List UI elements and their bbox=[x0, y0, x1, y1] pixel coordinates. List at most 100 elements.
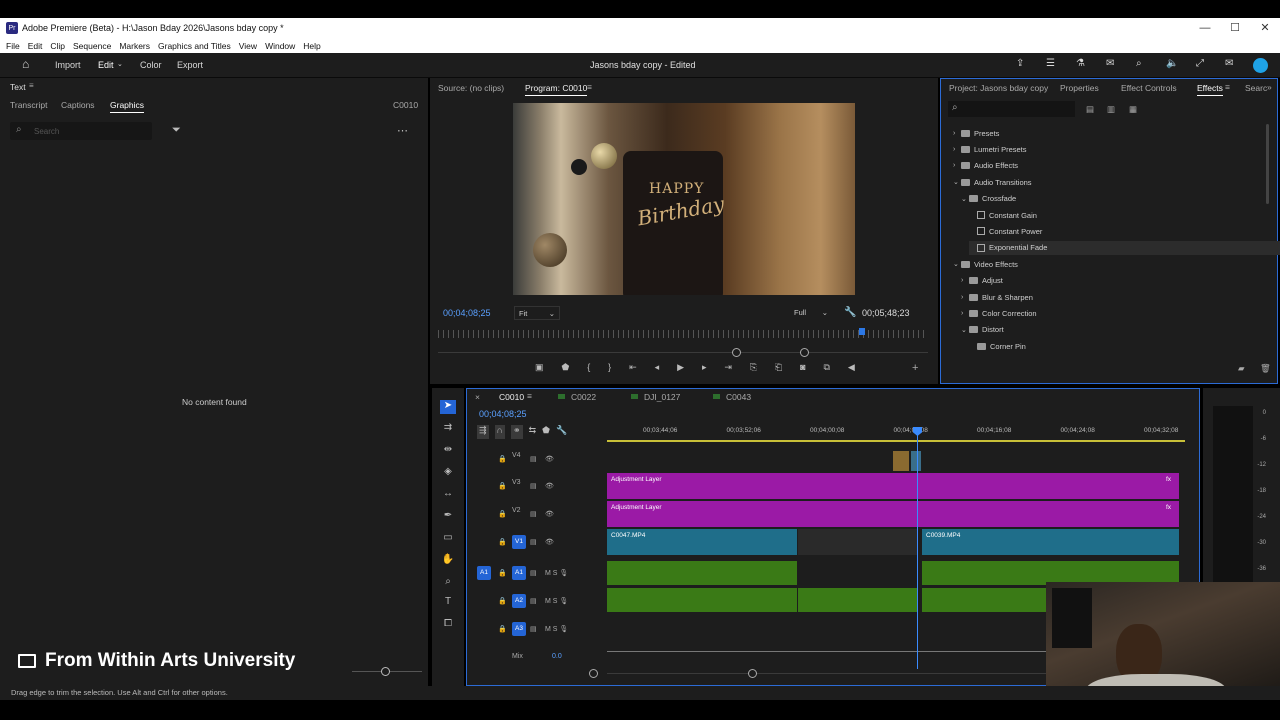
mark-out-icon[interactable]: } bbox=[608, 362, 611, 376]
lock-icon[interactable]: 🔒 bbox=[498, 597, 507, 605]
zoom-bar[interactable] bbox=[438, 352, 928, 353]
expand-arrow-icon[interactable]: ⌄ bbox=[953, 260, 961, 268]
hand-icon[interactable]: ✋ bbox=[440, 554, 456, 568]
filter-icon[interactable]: ⏷ bbox=[172, 124, 181, 137]
adjustment-layer-v2[interactable]: Adjustment Layer fx bbox=[607, 501, 1179, 527]
menu-graphics-titles[interactable]: Graphics and Titles bbox=[154, 41, 235, 51]
playhead-line[interactable] bbox=[917, 429, 918, 669]
tab-sequence-c0022[interactable]: C0022 bbox=[571, 392, 596, 402]
lock-icon[interactable]: 🔒 bbox=[498, 625, 507, 633]
edit-tab[interactable]: Edit bbox=[98, 60, 114, 70]
tab-sequence-c0043[interactable]: C0043 bbox=[726, 392, 751, 402]
audio-icon[interactable]: ◀ bbox=[848, 362, 855, 376]
tab-effect-controls[interactable]: Effect Controls bbox=[1121, 83, 1177, 93]
effects-tree-item[interactable]: Constant Power bbox=[969, 224, 1042, 238]
camera-icon[interactable]: ◙ bbox=[800, 362, 805, 376]
track-label-v1[interactable]: V1 bbox=[512, 535, 526, 549]
audio-clip-a2[interactable] bbox=[607, 588, 797, 612]
audio-clip-a2-b[interactable] bbox=[798, 588, 918, 612]
chat-icon[interactable]: ✉ bbox=[1225, 58, 1233, 69]
marker-icon[interactable]: ⬟ bbox=[561, 362, 569, 376]
import-tab[interactable]: Import bbox=[55, 60, 81, 70]
sync-lock-icon[interactable]: ▤ bbox=[530, 569, 537, 577]
comment-icon[interactable]: ✉ bbox=[1106, 58, 1114, 69]
overwrite-icon[interactable]: ⎗ bbox=[775, 362, 782, 376]
tab-project[interactable]: Project: Jasons bday copy bbox=[949, 83, 1048, 93]
track-label-v3[interactable]: V3 bbox=[512, 479, 521, 486]
fullscreen-icon[interactable]: ⤢ bbox=[1196, 58, 1204, 69]
video-clip-c0039[interactable]: C0039.MP4 bbox=[922, 529, 1179, 555]
menu-edit[interactable]: Edit bbox=[24, 41, 47, 51]
marker-icon[interactable]: ⬟ bbox=[542, 425, 550, 439]
go-to-in-icon[interactable]: ⇤ bbox=[629, 362, 637, 376]
razor-icon[interactable]: ◈ bbox=[440, 466, 456, 480]
menu-icon[interactable]: ≡ bbox=[587, 82, 592, 92]
eye-icon[interactable]: 👁 bbox=[545, 482, 554, 490]
menu-help[interactable]: Help bbox=[299, 41, 324, 51]
program-playhead[interactable] bbox=[859, 328, 865, 335]
rectangle-icon[interactable]: ▭ bbox=[440, 532, 456, 546]
lift-icon[interactable]: ▣ bbox=[535, 362, 544, 376]
effects-tree-item[interactable]: › Lumetri Presets bbox=[953, 142, 1027, 156]
sync-lock-icon[interactable]: ▤ bbox=[530, 510, 537, 518]
multicam-icon[interactable]: ⧉ bbox=[824, 362, 830, 376]
mute-solo-mic-icons[interactable]: M S 🎙 bbox=[545, 625, 568, 633]
fit-dropdown[interactable]: Fit ⌄ bbox=[514, 306, 560, 320]
nest-icon[interactable]: ⇶ bbox=[477, 425, 489, 439]
expand-arrow-icon[interactable]: ⌄ bbox=[953, 178, 961, 186]
effects-tree-item[interactable]: ⌄ Video Effects bbox=[953, 257, 1018, 271]
flask-icon[interactable]: ⚗ bbox=[1076, 58, 1085, 69]
expand-arrow-icon[interactable]: ⌄ bbox=[961, 326, 969, 334]
sync-lock-icon[interactable]: ▤ bbox=[530, 597, 537, 605]
menu-icon[interactable]: ≡ bbox=[1225, 82, 1230, 92]
close-icon[interactable]: × bbox=[475, 392, 480, 402]
ripple-edit-icon[interactable]: ⇹ bbox=[440, 444, 456, 458]
effects-tree-item[interactable]: › Adjust bbox=[961, 274, 1003, 288]
expand-arrow-icon[interactable]: › bbox=[961, 310, 969, 317]
expand-arrow-icon[interactable]: ⌄ bbox=[961, 195, 969, 203]
panel-header-text[interactable]: Text bbox=[10, 82, 26, 92]
video-clip-thumbnails[interactable] bbox=[798, 529, 918, 555]
avatar[interactable] bbox=[1253, 58, 1268, 73]
track-label-a1[interactable]: A1 bbox=[512, 566, 526, 580]
effects-tree-item[interactable]: Corner Pin bbox=[969, 339, 1026, 353]
menu-clip[interactable]: Clip bbox=[46, 41, 69, 51]
scroll-handle-left[interactable] bbox=[589, 669, 598, 678]
chevron-right-icon[interactable]: » bbox=[1267, 82, 1272, 92]
play-icon[interactable]: ▶ bbox=[677, 362, 684, 376]
step-back-icon[interactable]: ◂ bbox=[655, 362, 660, 376]
tab-captions[interactable]: Captions bbox=[61, 100, 95, 110]
tab-sequence-dji[interactable]: DJI_0127 bbox=[644, 392, 680, 402]
mute-solo-mic-icons[interactable]: M S 🎙 bbox=[545, 597, 568, 605]
home-icon[interactable]: ⌂ bbox=[22, 57, 29, 71]
maximize-icon[interactable]: ☐ bbox=[1220, 18, 1250, 38]
chevron-down-icon[interactable]: ⌄ bbox=[117, 60, 123, 68]
lock-icon[interactable]: 🔒 bbox=[498, 482, 507, 490]
more-icon[interactable]: ⋯ bbox=[397, 124, 408, 137]
zoom-handle-right[interactable] bbox=[800, 348, 809, 357]
mute-solo-mic-icons[interactable]: M S 🎙 bbox=[545, 569, 568, 577]
v4-clip[interactable] bbox=[893, 451, 909, 471]
lock-icon[interactable]: 🔒 bbox=[498, 455, 507, 463]
step-forward-icon[interactable]: ▸ bbox=[702, 362, 707, 376]
selection-tool-icon[interactable]: ➤ bbox=[440, 400, 456, 414]
track-label-a2[interactable]: A2 bbox=[512, 594, 526, 608]
wrench-icon[interactable]: 🔧 bbox=[844, 307, 856, 318]
scrollbar[interactable] bbox=[1266, 124, 1269, 204]
minimize-icon[interactable]: — bbox=[1190, 18, 1220, 38]
list-icon[interactable]: ☰ bbox=[1046, 58, 1055, 69]
snap-icon[interactable]: ∩ bbox=[494, 425, 506, 439]
wrench-icon[interactable]: 🔧 bbox=[556, 425, 567, 439]
zoom-icon[interactable]: ⌕ bbox=[440, 576, 456, 590]
sync-lock-icon[interactable]: ▤ bbox=[530, 455, 537, 463]
menu-markers[interactable]: Markers bbox=[115, 41, 154, 51]
video-clip-c0047[interactable]: C0047.MP4 bbox=[607, 529, 797, 555]
program-timecode[interactable]: 00;04;08;25 bbox=[443, 308, 491, 318]
effects-tree-item[interactable]: Exponential Fade bbox=[969, 240, 1280, 255]
sync-lock-icon[interactable]: ▤ bbox=[530, 482, 537, 490]
slider-handle[interactable] bbox=[381, 667, 390, 676]
lock-icon[interactable]: 🔒 bbox=[498, 510, 507, 518]
eye-icon[interactable]: 👁 bbox=[545, 538, 554, 546]
type-tool-icon[interactable]: T bbox=[440, 596, 456, 610]
search-icon[interactable]: ⌕ bbox=[1136, 58, 1142, 69]
